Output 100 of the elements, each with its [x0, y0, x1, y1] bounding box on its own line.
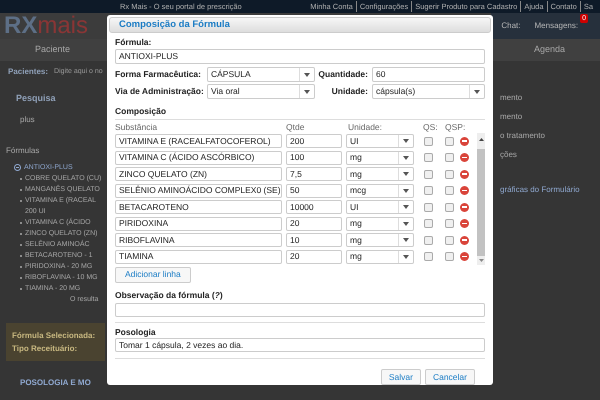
add-line-button[interactable]: Adicionar linha — [115, 266, 191, 283]
side-link[interactable]: o tratamento — [500, 126, 545, 145]
substance-field[interactable]: VITAMINA E (RACEALFATOCOFEROL) — [115, 134, 282, 148]
quantity-cell-field[interactable]: 20 — [286, 216, 342, 230]
field-label: Unidade: — [330, 85, 369, 98]
header-link[interactable]: Chat: — [501, 20, 520, 32]
quantity-cell-field[interactable]: 200 — [286, 134, 342, 148]
formulas-heading: Fórmulas — [6, 145, 40, 156]
dropdown-arrow-icon — [403, 188, 409, 192]
quantity-field[interactable]: 60 — [372, 67, 485, 82]
section-heading: POSOLOGIA E MO — [20, 377, 92, 388]
dosage-field[interactable]: Tomar 1 cápsula, 2 vezes ao dia. — [115, 338, 485, 352]
checkbox[interactable] — [444, 186, 454, 195]
quantity-cell-field[interactable]: 100 — [286, 150, 342, 164]
unit-cell-select[interactable]: UI — [346, 200, 414, 214]
unit-cell-select[interactable]: mg — [346, 233, 414, 247]
checkbox[interactable] — [444, 252, 454, 261]
observation-field[interactable] — [115, 302, 485, 316]
remove-icon[interactable] — [460, 252, 469, 261]
checkbox[interactable] — [444, 170, 454, 178]
dropdown-arrow-icon — [304, 90, 310, 94]
remove-icon[interactable] — [460, 186, 469, 195]
remove-icon[interactable] — [460, 170, 469, 178]
substance-field[interactable]: RIBOFLAVINA — [115, 233, 282, 247]
checkbox[interactable] — [424, 252, 432, 261]
remove-icon[interactable] — [460, 153, 469, 162]
dropdown-arrow-icon — [403, 156, 409, 160]
patient-label: Pacientes: — [8, 66, 48, 78]
search-heading: Pesquisa — [16, 93, 57, 104]
substance-field[interactable]: TIAMINA — [115, 250, 282, 264]
header-link[interactable]: Mensagens: — [534, 20, 578, 32]
column-header: Qtde — [286, 121, 306, 134]
remove-icon[interactable] — [460, 219, 469, 228]
search-value: plus — [20, 114, 36, 125]
checkbox[interactable] — [424, 153, 432, 162]
checkbox[interactable] — [424, 219, 432, 228]
side-link[interactable]: ções — [500, 145, 517, 164]
quantity-cell-field[interactable]: 10 — [286, 233, 342, 247]
substance-field[interactable]: VITAMINA C (ÁCIDO ASCÓRBICO) — [115, 150, 282, 164]
field-label: Quantidade: — [317, 68, 369, 81]
panel-label: Fórmula Selecionada: — [12, 330, 96, 342]
checkbox[interactable] — [444, 136, 454, 146]
nav-tab[interactable]: Paciente — [35, 43, 70, 57]
quantity-cell-field[interactable]: 7,5 — [286, 167, 342, 181]
side-link[interactable]: gráficas do Formulário — [500, 180, 580, 199]
column-header: Unidade: — [348, 121, 384, 134]
side-link[interactable]: mento — [500, 107, 522, 126]
scroll-down-icon[interactable] — [478, 258, 484, 262]
quantity-cell-field[interactable]: 10000 — [286, 200, 342, 214]
cancel-button[interactable]: Cancelar — [424, 369, 475, 386]
dropdown-arrow-icon — [403, 172, 409, 176]
column-header: Substância — [115, 121, 158, 134]
remove-icon[interactable] — [460, 236, 469, 244]
checkbox[interactable] — [424, 202, 432, 212]
remove-icon[interactable] — [460, 202, 469, 212]
substance-field[interactable]: ZINCO QUELATO (ZN) — [115, 167, 282, 181]
unit-cell-select[interactable]: UI — [346, 134, 414, 148]
collapse-icon[interactable] — [14, 164, 21, 171]
substance-field[interactable]: PIRIDOXINA — [115, 216, 282, 230]
dropdown-arrow-icon — [403, 238, 409, 242]
scroll-up-icon[interactable] — [478, 138, 484, 141]
checkbox[interactable] — [444, 219, 454, 228]
dialog-title: Composição da Fórmula — [109, 17, 491, 34]
formula-field[interactable]: ANTIOXI-PLUS — [115, 49, 485, 64]
checkbox[interactable] — [424, 136, 432, 146]
quantity-cell-field[interactable]: 50 — [286, 184, 342, 198]
unit-cell-select[interactable]: mg — [346, 167, 414, 181]
side-link[interactable]: mento — [500, 88, 522, 107]
logo: RXmais — [4, 14, 88, 38]
checkbox[interactable] — [424, 236, 432, 244]
field-label: Forma Farmacêutica: — [115, 68, 202, 81]
substance-field[interactable]: BETACAROTENO — [115, 200, 282, 214]
checkbox[interactable] — [444, 202, 454, 212]
checkbox[interactable] — [424, 170, 432, 178]
unit-cell-select[interactable]: mg — [346, 250, 414, 264]
remove-icon[interactable] — [460, 136, 469, 146]
panel-label: Tipo Receituário: — [12, 343, 78, 355]
checkbox[interactable] — [444, 236, 454, 244]
unit-select[interactable]: cápsula(s) — [372, 84, 485, 99]
column-header: QS: — [423, 121, 439, 134]
field-label: Via de Administração: — [115, 85, 205, 98]
quantity-cell-field[interactable]: 20 — [286, 250, 342, 264]
nav-tab[interactable]: Agenda — [534, 43, 565, 57]
unit-cell-select[interactable]: mg — [346, 216, 414, 230]
dosage-form-select[interactable]: CÁPSULA — [207, 67, 315, 82]
route-select[interactable]: Via oral — [207, 84, 315, 99]
scrollbar[interactable] — [477, 132, 485, 265]
checkbox[interactable] — [444, 153, 454, 162]
dropdown-arrow-icon — [403, 222, 409, 226]
substance-field[interactable]: SELÊNIO AMINOÁCIDO COMPLEX0 (SE) — [115, 184, 282, 198]
unit-cell-select[interactable]: mg — [346, 150, 414, 164]
field-label: Posologia — [115, 326, 157, 338]
unit-cell-select[interactable]: mcg — [346, 184, 414, 198]
save-button[interactable]: Salvar — [380, 369, 421, 386]
section-title: Composição — [115, 105, 485, 120]
field-label: Observação da fórmula (?) — [115, 288, 224, 302]
field-label: Fórmula: — [115, 36, 152, 49]
dropdown-arrow-icon — [304, 72, 310, 76]
dropdown-arrow-icon — [403, 139, 409, 143]
checkbox[interactable] — [424, 186, 432, 195]
